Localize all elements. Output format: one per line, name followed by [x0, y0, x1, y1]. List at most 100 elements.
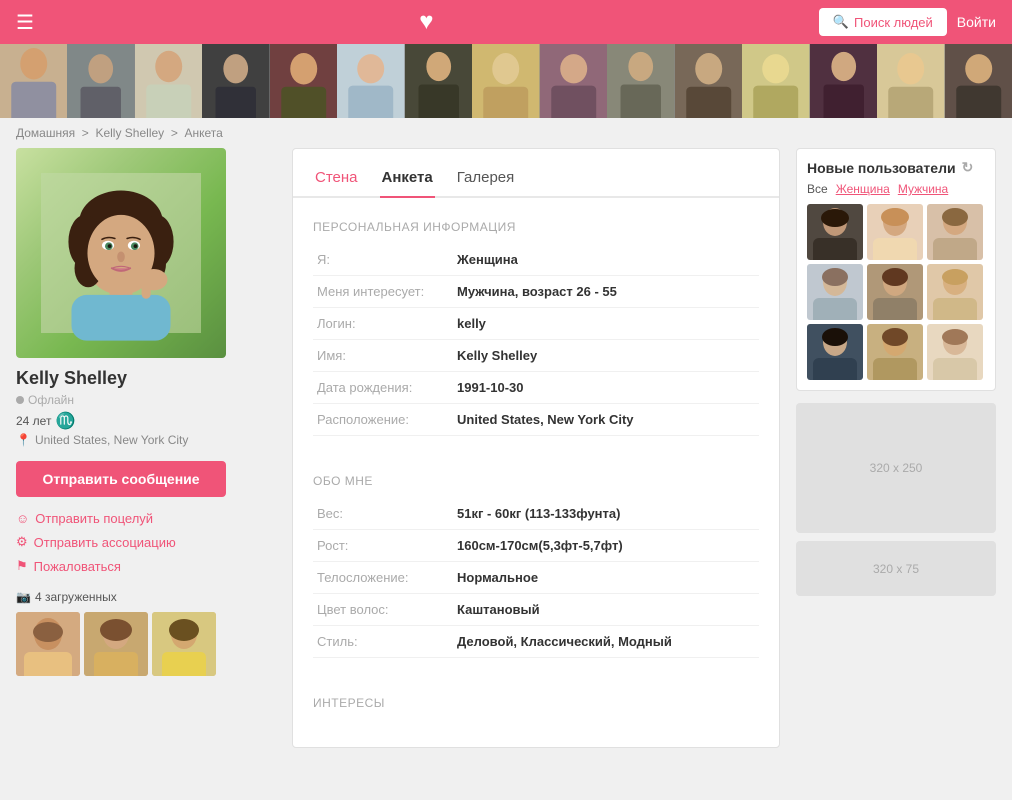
info-label: Вес:	[313, 498, 453, 530]
user-grid	[807, 204, 985, 380]
status-dot	[16, 396, 24, 404]
info-value: 51кг - 60кг (113-133фунта)	[453, 498, 759, 530]
report-link[interactable]: ⚑ Пожаловаться	[16, 558, 276, 574]
user-thumb-4[interactable]	[807, 264, 863, 320]
tab-wall[interactable]: Стена	[313, 163, 360, 198]
strip-photo-12[interactable]	[742, 44, 809, 118]
header-actions: 🔍 Поиск людей Войти	[819, 8, 996, 36]
about-me-section: ОБО МНЕ Вес: 51кг - 60кг (113-133фунта) …	[293, 452, 779, 674]
info-label: Рост:	[313, 530, 453, 562]
camera-icon: 📷	[16, 590, 31, 604]
breadcrumb: Домашняя > Kelly Shelley > Анкета	[0, 118, 1012, 148]
refresh-icon[interactable]: ↻	[962, 159, 974, 176]
login-button[interactable]: Войти	[957, 14, 996, 30]
user-thumb-3[interactable]	[927, 204, 983, 260]
strip-photo-8[interactable]	[472, 44, 539, 118]
user-thumb-2[interactable]	[867, 204, 923, 260]
user-thumb-1[interactable]	[807, 204, 863, 260]
profile-status: Офлайн	[16, 393, 276, 407]
thumb-row2	[16, 680, 276, 695]
profile-tabs: Стена Анкета Галерея	[293, 149, 779, 198]
user-thumb-8[interactable]	[867, 324, 923, 380]
filter-male[interactable]: Мужчина	[898, 182, 948, 196]
info-value: 1991-10-30	[453, 372, 759, 404]
about-me-table: Вес: 51кг - 60кг (113-133фунта) Рост: 16…	[313, 498, 759, 658]
info-value: Деловой, Классический, Модный	[453, 626, 759, 658]
user-thumb-7[interactable]	[807, 324, 863, 380]
send-message-button[interactable]: Отправить сообщение	[16, 461, 226, 497]
table-row: Дата рождения: 1991-10-30	[313, 372, 759, 404]
location-icon: 📍	[16, 433, 31, 447]
association-icon: ⚙	[16, 534, 28, 550]
info-value: United States, New York City	[453, 404, 759, 436]
center-content: Стена Анкета Галерея ПЕРСОНАЛЬНАЯ ИНФОРМ…	[292, 148, 780, 748]
filter-links: Все Женщина Мужчина	[807, 182, 985, 196]
send-kiss-link[interactable]: ☺ Отправить поцелуй	[16, 511, 276, 526]
profile-name: Kelly Shelley	[16, 368, 276, 389]
new-users-title: Новые пользователи ↻	[807, 159, 985, 176]
thumb-2[interactable]	[84, 612, 148, 676]
right-sidebar: Новые пользователи ↻ Все Женщина Мужчина	[796, 148, 996, 596]
breadcrumb-home[interactable]: Домашняя	[16, 126, 75, 140]
tab-anketa[interactable]: Анкета	[380, 163, 435, 198]
strip-photo-9[interactable]	[540, 44, 607, 118]
user-thumb-9[interactable]	[927, 324, 983, 380]
info-value: Каштановый	[453, 594, 759, 626]
photo-strip	[0, 44, 1012, 118]
strip-photo-11[interactable]	[675, 44, 742, 118]
interests-title: ИНТЕРЕСЫ	[313, 696, 759, 710]
thumb-1[interactable]	[16, 612, 80, 676]
table-row: Расположение: United States, New York Ci…	[313, 404, 759, 436]
search-people-button[interactable]: 🔍 Поиск людей	[819, 8, 947, 36]
info-label: Цвет волос:	[313, 594, 453, 626]
heart-icon: ♥	[419, 8, 433, 36]
new-users-panel: Новые пользователи ↻ Все Женщина Мужчина	[796, 148, 996, 391]
table-row: Цвет волос: Каштановый	[313, 594, 759, 626]
table-row: Стиль: Деловой, Классический, Модный	[313, 626, 759, 658]
user-thumb-6[interactable]	[927, 264, 983, 320]
header: ☰ ♥ 🔍 Поиск людей Войти	[0, 0, 1012, 44]
info-label: Телосложение:	[313, 562, 453, 594]
photos-count: 📷 4 загруженных	[16, 590, 276, 604]
kiss-icon: ☺	[16, 511, 29, 526]
search-icon: 🔍	[833, 14, 849, 30]
strip-photo-6[interactable]	[337, 44, 404, 118]
send-association-link[interactable]: ⚙ Отправить ассоциацию	[16, 534, 276, 550]
menu-icon[interactable]: ☰	[16, 10, 34, 35]
strip-photo-7[interactable]	[405, 44, 472, 118]
info-label: Логин:	[313, 308, 453, 340]
strip-photo-3[interactable]	[135, 44, 202, 118]
info-value: Kelly Shelley	[453, 340, 759, 372]
strip-photo-15[interactable]	[945, 44, 1012, 118]
thumb-3[interactable]	[152, 612, 216, 676]
personal-info-title: ПЕРСОНАЛЬНАЯ ИНФОРМАЦИЯ	[313, 220, 759, 234]
table-row: Вес: 51кг - 60кг (113-133фунта)	[313, 498, 759, 530]
info-value: kelly	[453, 308, 759, 340]
info-value: Женщина	[453, 244, 759, 276]
ad-block-large: 320 x 250	[796, 403, 996, 533]
strip-photo-5[interactable]	[270, 44, 337, 118]
breadcrumb-name[interactable]: Kelly Shelley	[95, 126, 164, 140]
tab-gallery[interactable]: Галерея	[455, 163, 517, 198]
about-me-title: ОБО МНЕ	[313, 474, 759, 488]
strip-photo-2[interactable]	[67, 44, 134, 118]
user-thumb-5[interactable]	[867, 264, 923, 320]
strip-photo-1[interactable]	[0, 44, 67, 118]
personal-info-table: Я: Женщина Меня интересует: Мужчина, воз…	[313, 244, 759, 436]
zodiac-symbol: ♏	[55, 411, 75, 431]
profile-location: 📍 United States, New York City	[16, 433, 276, 447]
strip-photo-13[interactable]	[810, 44, 877, 118]
strip-photo-4[interactable]	[202, 44, 269, 118]
strip-photo-14[interactable]	[877, 44, 944, 118]
profile-age: 24 лет ♏	[16, 411, 276, 431]
table-row: Имя: Kelly Shelley	[313, 340, 759, 372]
report-icon: ⚑	[16, 558, 28, 574]
ad-block-small: 320 x 75	[796, 541, 996, 596]
table-row: Телосложение: Нормальное	[313, 562, 759, 594]
filter-all[interactable]: Все	[807, 182, 828, 196]
table-row: Я: Женщина	[313, 244, 759, 276]
strip-photo-10[interactable]	[607, 44, 674, 118]
interests-section: ИНТЕРЕСЫ	[293, 674, 779, 736]
filter-female[interactable]: Женщина	[836, 182, 890, 196]
info-label: Имя:	[313, 340, 453, 372]
